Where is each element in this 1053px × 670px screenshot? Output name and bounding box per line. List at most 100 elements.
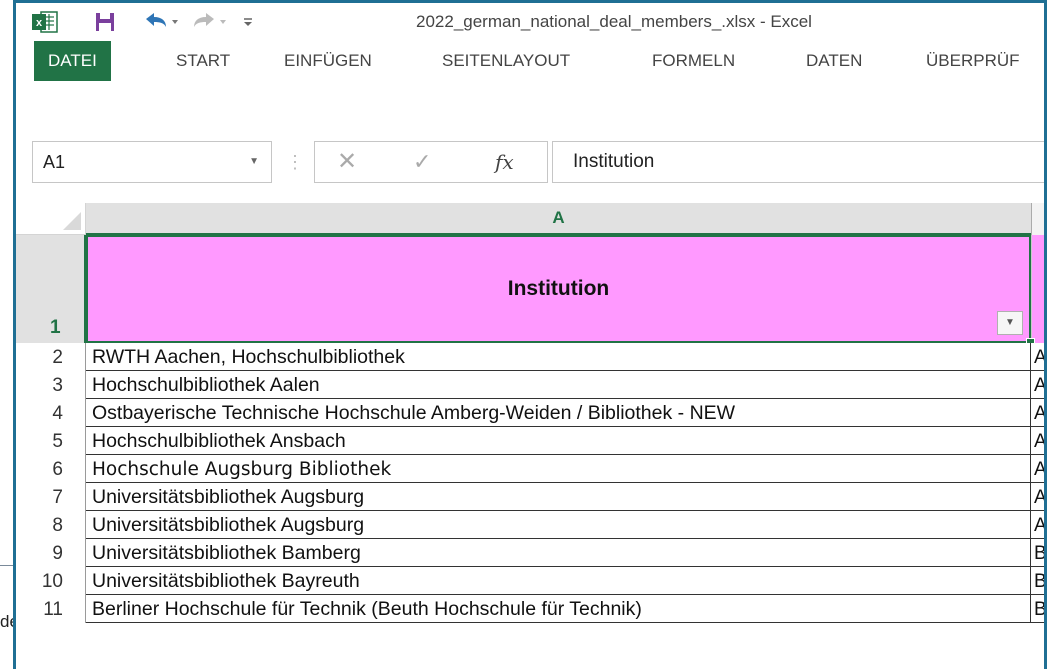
row-number: 1 bbox=[50, 317, 61, 338]
cell-value: A bbox=[1034, 403, 1047, 424]
row-number: 3 bbox=[52, 375, 63, 396]
row-number: 11 bbox=[43, 599, 63, 620]
row-header[interactable]: 9 bbox=[16, 539, 86, 567]
row-header[interactable]: 7 bbox=[16, 483, 86, 511]
cell-a[interactable]: Hochschulbibliothek Ansbach bbox=[86, 427, 1031, 455]
formula-bar: A1 ▼ ⋮ ✕ ✓ fx Institution bbox=[16, 117, 1044, 203]
cell-b[interactable]: A bbox=[1031, 399, 1047, 427]
cancel-icon[interactable]: ✕ bbox=[337, 142, 357, 182]
window-title: 2022_german_national_deal_members_.xlsx … bbox=[416, 12, 812, 31]
row-number: 5 bbox=[52, 431, 63, 452]
tab-datei[interactable]: DATEI bbox=[34, 41, 111, 81]
cell-b[interactable]: A bbox=[1031, 511, 1047, 539]
select-all-button[interactable] bbox=[16, 203, 86, 235]
tab-formeln[interactable]: FORMELN bbox=[652, 41, 735, 81]
row-header[interactable]: 5 bbox=[16, 427, 86, 455]
column-header-a[interactable]: A bbox=[86, 203, 1031, 235]
cell-b[interactable]: A bbox=[1031, 343, 1044, 371]
customize-qat-icon[interactable] bbox=[236, 3, 260, 41]
row-header[interactable]: 3 bbox=[16, 371, 86, 399]
cell-b1[interactable] bbox=[1031, 235, 1044, 343]
svg-text:x: x bbox=[36, 17, 43, 29]
cell-b[interactable]: A bbox=[1031, 427, 1047, 455]
cell-value: Hochschulbibliothek Aalen bbox=[92, 374, 320, 396]
enter-icon[interactable]: ✓ bbox=[413, 142, 431, 182]
chevron-down-icon[interactable]: ▼ bbox=[249, 142, 259, 182]
formula-buttons: ✕ ✓ fx bbox=[314, 141, 548, 183]
cell-b[interactable]: A bbox=[1031, 455, 1044, 483]
cell-b[interactable]: A bbox=[1031, 371, 1047, 399]
cell-a[interactable]: Universitätsbibliothek Augsburg bbox=[86, 483, 1031, 511]
cell-value: A bbox=[1034, 487, 1047, 508]
cell-a1-value: Institution bbox=[507, 277, 610, 300]
cell-b[interactable]: A bbox=[1031, 483, 1047, 511]
row-number: 4 bbox=[52, 403, 63, 424]
table-row: 9 Universitätsbibliothek Bamberg B bbox=[16, 539, 1044, 567]
formula-input[interactable]: Institution bbox=[552, 141, 1044, 183]
row-number: 2 bbox=[52, 347, 63, 368]
cell-value: B bbox=[1034, 543, 1047, 564]
title-bar: x 2022_german_national_deal_members_.xls… bbox=[16, 3, 1044, 41]
cell-a[interactable]: Hochschulbibliothek Aalen bbox=[86, 371, 1031, 399]
cell-value: A bbox=[1034, 431, 1047, 452]
table-row: 2 RWTH Aachen, Hochschulbibliothek A bbox=[16, 343, 1044, 371]
cell-b[interactable]: B bbox=[1031, 539, 1047, 567]
excel-icon[interactable]: x bbox=[28, 3, 62, 41]
tab-einfuegen[interactable]: EINFÜGEN bbox=[284, 41, 372, 81]
cell-a[interactable]: Universitätsbibliothek Bayreuth bbox=[86, 567, 1031, 595]
cell-a[interactable]: Universitätsbibliothek Bamberg bbox=[86, 539, 1031, 567]
table-row: 10 Universitätsbibliothek Bayreuth B bbox=[16, 567, 1044, 595]
cell-value: B bbox=[1034, 599, 1047, 620]
cell-value: Hochschulbibliothek Ansbach bbox=[92, 430, 346, 452]
cell-value: Ostbayerische Technische Hochschule Ambe… bbox=[92, 402, 736, 424]
formula-bar-resize-handle[interactable]: ⋮ bbox=[286, 141, 304, 183]
cell-b[interactable]: B bbox=[1031, 595, 1047, 623]
table-row: 11 Berliner Hochschule für Technik (Beut… bbox=[16, 595, 1044, 623]
cell-value: Universitätsbibliothek Augsburg bbox=[92, 486, 365, 508]
cell-value: Universitätsbibliothek Bayreuth bbox=[92, 570, 360, 592]
cell-value: Universitätsbibliothek Augsburg bbox=[92, 514, 365, 536]
ribbon-tabs: DATEI START EINFÜGEN SEITENLAYOUT FORMEL… bbox=[16, 41, 1044, 81]
tab-ueberpruefen[interactable]: ÜBERPRÜF bbox=[926, 41, 1020, 81]
row-number: 6 bbox=[52, 459, 63, 480]
column-header-b[interactable] bbox=[1031, 203, 1044, 235]
tab-daten[interactable]: DATEN bbox=[806, 41, 862, 81]
cell-a[interactable]: Hochschule Augsburg Bibliothek bbox=[86, 455, 1031, 483]
row-header[interactable]: 4 bbox=[16, 399, 86, 427]
undo-icon[interactable] bbox=[138, 3, 182, 41]
row-header[interactable]: 2 bbox=[16, 343, 86, 371]
row-header-1[interactable]: 1 bbox=[16, 235, 86, 343]
cell-value: Universitätsbibliothek Bamberg bbox=[92, 542, 361, 564]
row-number: 7 bbox=[52, 487, 63, 508]
row-header[interactable]: 10 bbox=[16, 567, 86, 595]
row-header[interactable]: 8 bbox=[16, 511, 86, 539]
row-header[interactable]: 6 bbox=[16, 455, 86, 483]
save-icon[interactable] bbox=[90, 3, 120, 41]
row-header[interactable]: 11 bbox=[16, 595, 86, 623]
row-number: 8 bbox=[52, 515, 63, 536]
table-row: 5 Hochschulbibliothek Ansbach A bbox=[16, 427, 1044, 455]
cell-b[interactable]: B bbox=[1031, 567, 1044, 595]
cell-value: A bbox=[1034, 515, 1047, 536]
tab-start[interactable]: START bbox=[176, 41, 230, 81]
name-box[interactable]: A1 ▼ bbox=[32, 141, 272, 183]
table-row: 4 Ostbayerische Technische Hochschule Am… bbox=[16, 399, 1044, 427]
cell-a1[interactable]: Institution ▼ bbox=[86, 235, 1031, 343]
table-row: 8 Universitätsbibliothek Augsburg A bbox=[16, 511, 1044, 539]
table-row: 7 Universitätsbibliothek Augsburg A bbox=[16, 483, 1044, 511]
cell-a[interactable]: RWTH Aachen, Hochschulbibliothek bbox=[86, 343, 1031, 371]
cell-a[interactable]: Universitätsbibliothek Augsburg bbox=[86, 511, 1031, 539]
data-rows: 2 RWTH Aachen, Hochschulbibliothek A 3 H… bbox=[16, 343, 1044, 623]
cell-a[interactable]: Berliner Hochschule für Technik (Beuth H… bbox=[86, 595, 1031, 623]
cell-value: A bbox=[1034, 375, 1047, 396]
filter-dropdown-icon[interactable]: ▼ bbox=[997, 311, 1023, 335]
tab-seitenlayout[interactable]: SEITENLAYOUT bbox=[442, 41, 570, 81]
ribbon-body bbox=[16, 81, 1044, 117]
cell-value: RWTH Aachen, Hochschulbibliothek bbox=[92, 346, 405, 368]
redo-icon[interactable] bbox=[188, 3, 232, 41]
row-number: 10 bbox=[41, 571, 63, 592]
cell-a[interactable]: Ostbayerische Technische Hochschule Ambe… bbox=[86, 399, 1031, 427]
insert-function-icon[interactable]: fx bbox=[495, 142, 514, 182]
name-box-value: A1 bbox=[43, 152, 66, 172]
table-row: 3 Hochschulbibliothek Aalen A bbox=[16, 371, 1044, 399]
